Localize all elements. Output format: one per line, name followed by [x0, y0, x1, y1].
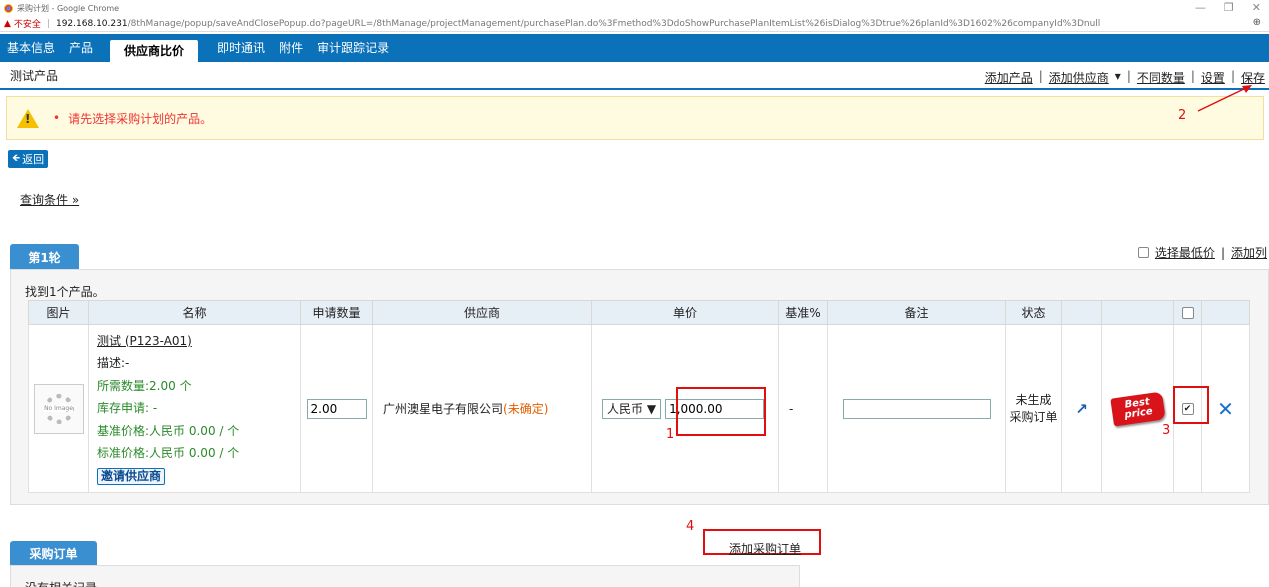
col-select: [1173, 300, 1202, 325]
tab-supplier-compare[interactable]: 供应商比价: [110, 40, 199, 62]
maximize-button[interactable]: ❐: [1224, 1, 1234, 14]
trend-icon[interactable]: ↗: [1061, 324, 1102, 493]
sub-header: 测试产品 添加产品 | 添加供应商 ▾ | 不同数量 | 设置 | 保存: [0, 62, 1269, 90]
window-titlebar: 采购计划 - Google Chrome — ❐ ✕: [0, 0, 1269, 16]
qty-cell: [300, 324, 373, 493]
annotation-number-3: 3: [1162, 423, 1171, 438]
tab-attachments[interactable]: 附件: [272, 34, 310, 62]
no-image-placeholder: No Image: [33, 383, 84, 434]
supplier-status: (未确定): [503, 402, 549, 416]
divider: |: [1126, 69, 1131, 83]
zoom-icon[interactable]: ⊕: [1253, 17, 1261, 28]
add-column-link[interactable]: 添加列: [1231, 244, 1267, 261]
order-status: 未生成 采购订单: [1009, 392, 1058, 424]
round-options: 选择最低价 | 添加列: [1137, 244, 1267, 261]
back-label: 返回: [22, 153, 45, 166]
tab-im[interactable]: 即时通讯: [210, 34, 272, 62]
window-controls: — ❐ ✕: [1195, 1, 1261, 14]
comparison-table: 图片 名称 申请数量 供应商 单价 基准% 备注 状态 No Image 测试 …: [28, 300, 1250, 493]
alert-warning-icon: !: [17, 108, 39, 128]
chrome-icon: [4, 3, 13, 13]
annotation-number-1: 1: [666, 427, 675, 442]
apply-qty-input[interactable]: [306, 398, 367, 419]
add-supplier-link[interactable]: 添加供应商: [1049, 69, 1109, 86]
close-button[interactable]: ✕: [1252, 1, 1261, 14]
window-title: 采购计划 - Google Chrome: [17, 3, 120, 13]
page-title: 测试产品: [10, 68, 59, 83]
col-supplier: 供应商: [372, 300, 592, 325]
col-remark: 备注: [827, 300, 1006, 325]
minimize-button[interactable]: —: [1195, 1, 1206, 14]
annotation-number-4: 4: [686, 519, 695, 534]
select-lowest-link[interactable]: 选择最低价: [1155, 244, 1215, 261]
alert-bullet: •: [53, 111, 61, 125]
invite-supplier-button[interactable]: 邀请供应商: [97, 467, 166, 485]
add-purchase-order-link[interactable]: 添加采购订单: [729, 540, 801, 557]
select-lowest-checkbox[interactable]: [1137, 247, 1149, 258]
col-name: 名称: [88, 300, 301, 325]
table-header: 图片 名称 申请数量 供应商 单价 基准% 备注 状态: [28, 300, 1250, 325]
url-host: 192.168.10.231: [55, 18, 128, 29]
currency-select[interactable]: 人民币 ▼: [602, 398, 662, 419]
stock-request: 库存申请: -: [97, 401, 158, 416]
add-product-link[interactable]: 添加产品: [985, 69, 1033, 86]
best-price-cell: Best price: [1101, 324, 1174, 493]
query-conditions-link[interactable]: 查询条件 »: [20, 191, 79, 208]
product-name-link[interactable]: 测试 (P123-A01): [97, 334, 192, 348]
annotation-box-price: [676, 387, 766, 436]
back-button[interactable]: 🡸 返回: [8, 150, 49, 168]
warning-icon: ▲: [4, 18, 11, 29]
annotation-arrow: [1197, 85, 1252, 112]
product-desc: 描述:-: [97, 356, 130, 371]
col-best: [1101, 300, 1174, 325]
product-cell: 测试 (P123-A01) 描述:- 所需数量:2.00 个 库存申请: - 基…: [88, 324, 301, 493]
warning-alert: ! • 请先选择采购计划的产品。: [6, 96, 1264, 140]
supplier-cell: 广州澳星电子有限公司(未确定): [372, 324, 592, 493]
col-qty: 申请数量: [300, 300, 373, 325]
table-row: No Image 测试 (P123-A01) 描述:- 所需数量:2.00 个 …: [28, 324, 1250, 493]
baseline-value: -: [778, 324, 828, 493]
different-qty-link[interactable]: 不同数量: [1137, 69, 1185, 86]
col-baseline: 基准%: [778, 300, 828, 325]
annotation-number-2: 2: [1178, 108, 1187, 123]
address-separator: |: [46, 18, 50, 29]
annotation-box-checkbox: [1173, 386, 1209, 424]
image-cell: No Image: [28, 324, 89, 493]
divider: |: [1220, 245, 1225, 260]
remark-cell: [827, 324, 1006, 493]
col-trend: [1061, 300, 1102, 325]
divider: |: [1190, 69, 1195, 83]
address-bar[interactable]: ▲ 不安全 | 192.168.10.231 /8thManage/popup/…: [0, 16, 1269, 32]
select-all-checkbox[interactable]: [1181, 306, 1194, 319]
caret-down-icon[interactable]: ▾: [1115, 69, 1121, 86]
arrow-left-icon: 🡸: [12, 152, 21, 164]
round-tab[interactable]: 第1轮: [10, 244, 79, 270]
purchase-order-tab[interactable]: 采购订单: [10, 541, 97, 565]
status-cell: 未生成 采购订单: [1005, 324, 1062, 493]
col-delete: [1201, 300, 1250, 325]
col-price: 单价: [591, 300, 779, 325]
supplier-name: 广州澳星电子有限公司: [383, 402, 504, 416]
remark-input[interactable]: [842, 398, 991, 419]
tab-audit-trail[interactable]: 审计跟踪记录: [310, 34, 396, 62]
base-price: 基准价格:人民币 0.00 / 个: [97, 423, 240, 438]
tab-product[interactable]: 产品: [62, 34, 100, 62]
top-tab-bar: 基本信息 产品 供应商比价 即时通讯 附件 审计跟踪记录: [0, 34, 1269, 62]
found-count: 找到1个产品。: [25, 285, 105, 299]
purchase-order-panel: 没有相关记录: [10, 565, 800, 587]
divider: |: [1038, 69, 1043, 83]
required-qty: 所需数量:2.00 个: [97, 378, 192, 393]
insecure-label[interactable]: 不安全: [14, 17, 41, 30]
url-path: /8thManage/popup/saveAndClosePopup.do?pa…: [127, 18, 1101, 29]
alert-message: 请先选择采购计划的产品。: [68, 111, 213, 126]
standard-price: 标准价格:人民币 0.00 / 个: [97, 446, 240, 461]
tab-basic-info[interactable]: 基本信息: [0, 34, 62, 62]
best-price-badge: Best price: [1109, 391, 1166, 426]
col-status: 状态: [1005, 300, 1062, 325]
no-records-text: 没有相关记录: [25, 579, 97, 587]
col-image: 图片: [28, 300, 89, 325]
